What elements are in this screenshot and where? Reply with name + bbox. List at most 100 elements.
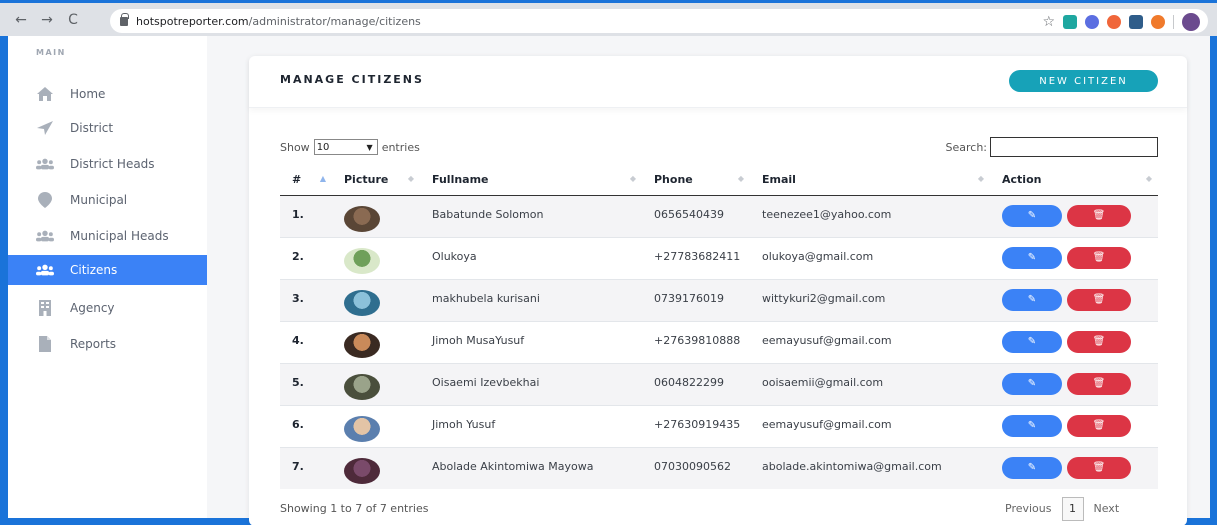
col-header-action[interactable]: Action ◆ bbox=[990, 165, 1158, 196]
sidebar-item-label: Agency bbox=[70, 301, 115, 315]
sidebar-item-municipal-heads[interactable]: Municipal Heads bbox=[8, 221, 207, 251]
sidebar-item-reports[interactable]: Reports bbox=[8, 329, 207, 359]
sidebar-item-label: Municipal Heads bbox=[70, 229, 169, 243]
citizen-avatar bbox=[344, 373, 380, 400]
action-cell: ✎ 🗑 bbox=[990, 446, 1158, 489]
new-citizen-button[interactable]: NEW CITIZEN bbox=[1009, 70, 1158, 92]
sidebar-item-label: District bbox=[70, 121, 114, 135]
edit-button[interactable]: ✎ bbox=[1002, 288, 1062, 311]
sidebar-item-citizens[interactable]: Citizens bbox=[8, 255, 207, 285]
map-marker-icon bbox=[36, 192, 54, 208]
entries-length: Show 10 ▼ entries bbox=[280, 139, 420, 155]
col-header-fullname[interactable]: Fullname ◆ bbox=[420, 165, 642, 196]
search-box: Search: bbox=[946, 137, 1158, 157]
table-row: 3. makhubela kurisani 0739176019 wittykuri2… bbox=[280, 278, 1158, 321]
edit-button[interactable]: ✎ bbox=[1002, 330, 1062, 353]
fullname-cell: Jimoh Yusuf bbox=[420, 404, 642, 447]
row-number: 7. bbox=[280, 446, 332, 489]
col-header-email[interactable]: Email ◆ bbox=[750, 165, 990, 196]
delete-button[interactable]: 🗑 bbox=[1067, 414, 1131, 437]
trash-icon: 🗑 bbox=[1092, 210, 1106, 221]
col-header-picture[interactable]: Picture ◆ bbox=[332, 165, 420, 196]
sidebar-heading: MAIN bbox=[36, 48, 66, 57]
trash-icon: 🗑 bbox=[1092, 294, 1106, 305]
citizens-card: MANAGE CITIZENS NEW CITIZEN Show 10 ▼ en… bbox=[249, 56, 1187, 525]
sidebar-item-district-heads[interactable]: District Heads bbox=[8, 149, 207, 179]
col-header-number[interactable]: # ▲ bbox=[280, 165, 332, 196]
delete-button[interactable]: 🗑 bbox=[1067, 330, 1131, 353]
extension-icon[interactable] bbox=[1085, 15, 1099, 29]
row-number: 6. bbox=[280, 404, 332, 447]
fullname-cell: Babatunde Solomon bbox=[420, 194, 642, 237]
phone-cell: +27630919435 bbox=[642, 404, 750, 447]
sidebar: MAIN Home District District Heads Munici… bbox=[8, 36, 207, 518]
extension-icon[interactable] bbox=[1107, 15, 1121, 29]
table-row: 2. Olukoya +27783682411 olukoya@gmail.com ✎ 🗑 bbox=[280, 236, 1158, 279]
sidebar-item-agency[interactable]: Agency bbox=[8, 293, 207, 323]
table-row: 6. Jimoh Yusuf +27630919435 eemayusuf@gmail… bbox=[280, 404, 1158, 447]
page-number-button[interactable]: 1 bbox=[1061, 496, 1084, 521]
extension-icon[interactable] bbox=[1151, 15, 1165, 29]
trash-icon: 🗑 bbox=[1092, 462, 1106, 473]
sidebar-item-home[interactable]: Home bbox=[8, 79, 207, 109]
chevron-down-icon: ▼ bbox=[366, 142, 373, 152]
delete-button[interactable]: 🗑 bbox=[1067, 246, 1131, 269]
back-button[interactable]: ← bbox=[10, 9, 32, 31]
extension-icon[interactable] bbox=[1129, 15, 1143, 29]
edit-icon: ✎ bbox=[1027, 378, 1037, 389]
next-page-button[interactable]: Next bbox=[1084, 496, 1130, 521]
delete-button[interactable]: 🗑 bbox=[1067, 456, 1131, 479]
sidebar-item-district[interactable]: District bbox=[8, 113, 207, 143]
pagination: Previous 1 Next bbox=[995, 496, 1129, 521]
citizen-avatar bbox=[344, 331, 380, 358]
email-cell: ooisaemii@gmail.com bbox=[750, 362, 990, 405]
picture-cell bbox=[332, 320, 420, 363]
sidebar-item-label: Reports bbox=[70, 337, 117, 351]
edit-button[interactable]: ✎ bbox=[1002, 246, 1062, 269]
browser-toolbar: ← → C hotspotreporter.com/administrator/… bbox=[0, 0, 1217, 36]
address-bar[interactable]: hotspotreporter.com/administrator/manage… bbox=[110, 9, 1208, 33]
sidebar-item-municipal[interactable]: Municipal bbox=[8, 185, 207, 215]
row-number: 4. bbox=[280, 320, 332, 363]
card-header: MANAGE CITIZENS NEW CITIZEN bbox=[249, 56, 1187, 108]
phone-cell: 0604822299 bbox=[642, 362, 750, 405]
previous-page-button[interactable]: Previous bbox=[995, 496, 1062, 521]
edit-button[interactable]: ✎ bbox=[1002, 204, 1062, 227]
phone-cell: 0739176019 bbox=[642, 278, 750, 321]
fullname-cell: Olukoya bbox=[420, 236, 642, 279]
email-cell: olukoya@gmail.com bbox=[750, 236, 990, 279]
row-number: 5. bbox=[280, 362, 332, 405]
edit-button[interactable]: ✎ bbox=[1002, 372, 1062, 395]
trash-icon: 🗑 bbox=[1092, 252, 1106, 263]
profile-avatar[interactable] bbox=[1182, 13, 1200, 31]
forward-button[interactable]: → bbox=[36, 9, 58, 31]
edit-icon: ✎ bbox=[1027, 294, 1037, 305]
citizen-avatar bbox=[344, 415, 380, 442]
edit-icon: ✎ bbox=[1027, 420, 1037, 431]
row-number: 2. bbox=[280, 236, 332, 279]
entries-label: entries bbox=[381, 140, 420, 154]
location-arrow-icon bbox=[36, 120, 54, 136]
delete-button[interactable]: 🗑 bbox=[1067, 372, 1131, 395]
citizen-avatar bbox=[344, 457, 380, 484]
bookmark-star-icon[interactable]: ☆ bbox=[1042, 15, 1055, 29]
url-path: /administrator/manage/citizens bbox=[248, 14, 421, 28]
edit-button[interactable]: ✎ bbox=[1002, 456, 1062, 479]
edit-button[interactable]: ✎ bbox=[1002, 414, 1062, 437]
phone-cell: 07030090562 bbox=[642, 446, 750, 489]
picture-cell bbox=[332, 362, 420, 405]
table-controls: Show 10 ▼ entries Search: bbox=[280, 137, 1158, 159]
reload-button[interactable]: C bbox=[62, 9, 84, 31]
delete-button[interactable]: 🗑 bbox=[1067, 204, 1131, 227]
delete-button[interactable]: 🗑 bbox=[1067, 288, 1131, 311]
action-cell: ✎ 🗑 bbox=[990, 362, 1158, 405]
table-info: Showing 1 to 7 of 7 entries bbox=[280, 502, 429, 515]
extension-icon[interactable] bbox=[1063, 15, 1077, 29]
email-cell: teenezee1@yahoo.com bbox=[750, 194, 990, 237]
entries-select[interactable]: 10 ▼ bbox=[313, 139, 378, 155]
search-input[interactable] bbox=[990, 137, 1158, 157]
extensions-area: ☆ bbox=[1042, 13, 1200, 31]
col-header-phone[interactable]: Phone ◆ bbox=[642, 165, 750, 196]
citizen-avatar bbox=[344, 205, 380, 232]
email-cell: wittykuri2@gmail.com bbox=[750, 278, 990, 321]
